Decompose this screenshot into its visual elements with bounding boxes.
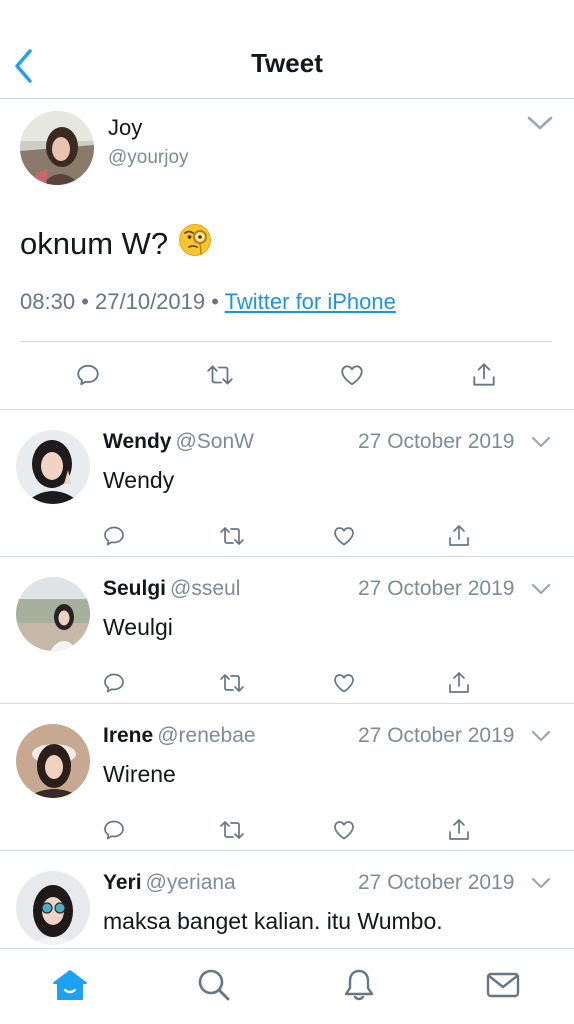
heart-icon bbox=[334, 821, 354, 840]
author-handle: @sseul bbox=[170, 577, 241, 600]
reply-icon bbox=[77, 364, 99, 386]
chevron-down-icon bbox=[527, 116, 553, 130]
notifications-icon bbox=[344, 969, 374, 1001]
reply-text: Wendy bbox=[103, 467, 175, 493]
like-button[interactable] bbox=[326, 665, 362, 701]
tweet-text: oknum W? bbox=[20, 223, 212, 265]
main-tweet: Joy @yourjoy oknum W? 08:30 • 27/10/2019… bbox=[0, 99, 574, 410]
face-with-monocle-emoji bbox=[178, 223, 212, 265]
author-name: Wendy bbox=[103, 430, 172, 453]
retweet-icon bbox=[220, 674, 244, 692]
reply-icon bbox=[104, 526, 124, 546]
tweet-date: 27/10/2019 bbox=[95, 289, 206, 314]
chevron-down-icon bbox=[531, 730, 551, 742]
top-navigation-bar: Tweet bbox=[0, 0, 574, 99]
author-handle: @yourjoy bbox=[108, 147, 189, 168]
author-name: Yeri bbox=[103, 871, 142, 894]
avatar[interactable] bbox=[16, 577, 90, 651]
tab-notifications[interactable] bbox=[337, 963, 381, 1007]
reply-tweet[interactable]: Wendy @SonW 27 October 2019 Wendy bbox=[0, 410, 574, 557]
reply-date: 27 October 2019 bbox=[358, 430, 515, 453]
page-title: Tweet bbox=[251, 48, 323, 78]
reply-date: 27 October 2019 bbox=[358, 577, 515, 600]
heart-icon bbox=[334, 674, 354, 693]
reply-button[interactable] bbox=[96, 812, 132, 848]
reply-header: Yeri @yeriana bbox=[103, 871, 236, 895]
share-button[interactable] bbox=[464, 357, 504, 393]
author-handle: @SonW bbox=[175, 430, 254, 453]
reply-tweet[interactable]: Seulgi @sseul 27 October 2019 Weulgi bbox=[0, 557, 574, 704]
like-button[interactable] bbox=[326, 518, 362, 554]
share-icon bbox=[449, 672, 469, 693]
reply-header: Seulgi @sseul bbox=[103, 577, 240, 601]
tab-messages[interactable] bbox=[481, 963, 525, 1007]
reply-options-button[interactable] bbox=[530, 434, 552, 450]
retweet-icon bbox=[220, 821, 244, 839]
author-handle: @renebae bbox=[157, 724, 256, 747]
like-button[interactable] bbox=[326, 812, 362, 848]
reply-icon bbox=[104, 820, 124, 840]
reply-header: Irene @renebae bbox=[103, 724, 256, 748]
share-icon bbox=[449, 525, 469, 546]
bottom-tab-bar bbox=[0, 948, 574, 1024]
retweet-button[interactable] bbox=[214, 812, 250, 848]
share-icon bbox=[473, 363, 495, 386]
retweet-button[interactable] bbox=[200, 357, 240, 393]
tab-search[interactable] bbox=[192, 963, 236, 1007]
reply-date: 27 October 2019 bbox=[358, 871, 515, 894]
divider bbox=[20, 341, 552, 342]
tweet-metadata: 08:30 • 27/10/2019 • Twitter for iPhone bbox=[20, 289, 396, 315]
author-name: Seulgi bbox=[103, 577, 167, 600]
avatar[interactable] bbox=[20, 111, 94, 185]
like-button[interactable] bbox=[332, 357, 372, 393]
author-name: Joy bbox=[108, 115, 143, 140]
share-button[interactable] bbox=[441, 518, 477, 554]
tweet-body: oknum W? bbox=[20, 226, 169, 261]
reply-text: Wirene bbox=[103, 761, 176, 787]
reply-text: Weulgi bbox=[103, 614, 173, 640]
reply-icon bbox=[104, 673, 124, 693]
reply-button[interactable] bbox=[68, 357, 108, 393]
messages-icon bbox=[486, 972, 520, 998]
retweet-icon bbox=[220, 527, 244, 545]
reply-button[interactable] bbox=[96, 518, 132, 554]
author-handle: @yeriana bbox=[145, 871, 236, 894]
retweet-button[interactable] bbox=[214, 518, 250, 554]
chevron-down-icon bbox=[531, 583, 551, 595]
tweet-source-link[interactable]: Twitter for iPhone bbox=[225, 289, 396, 314]
reply-text: maksa banget kalian. itu Wumbo. bbox=[103, 908, 443, 934]
chevron-down-icon bbox=[531, 877, 551, 889]
separator: • bbox=[211, 289, 225, 314]
reply-tweet[interactable]: Yeri @yeriana 27 October 2019 maksa bange… bbox=[0, 851, 574, 948]
reply-options-button[interactable] bbox=[530, 728, 552, 744]
reply-header: Wendy @SonW bbox=[103, 430, 254, 454]
tweet-action-bar bbox=[0, 357, 574, 393]
reply-tweet[interactable]: Irene @renebae 27 October 2019 Wirene bbox=[0, 704, 574, 851]
avatar[interactable] bbox=[16, 430, 90, 504]
tweet-time: 08:30 bbox=[20, 289, 76, 314]
avatar[interactable] bbox=[16, 724, 90, 798]
heart-icon bbox=[334, 527, 354, 546]
search-icon bbox=[198, 969, 230, 1001]
heart-icon bbox=[341, 365, 363, 386]
share-button[interactable] bbox=[441, 665, 477, 701]
tab-home[interactable] bbox=[48, 963, 92, 1007]
retweet-button[interactable] bbox=[214, 665, 250, 701]
home-icon bbox=[53, 970, 87, 1000]
reply-date: 27 October 2019 bbox=[358, 724, 515, 747]
separator: • bbox=[81, 289, 96, 314]
share-icon bbox=[449, 819, 469, 840]
avatar[interactable] bbox=[16, 871, 90, 945]
share-button[interactable] bbox=[441, 812, 477, 848]
chevron-down-icon bbox=[531, 436, 551, 448]
reply-options-button[interactable] bbox=[530, 875, 552, 891]
retweet-icon bbox=[207, 365, 233, 385]
tweet-options-button[interactable] bbox=[526, 113, 554, 133]
reply-button[interactable] bbox=[96, 665, 132, 701]
author-name: Irene bbox=[103, 724, 154, 747]
reply-options-button[interactable] bbox=[530, 581, 552, 597]
